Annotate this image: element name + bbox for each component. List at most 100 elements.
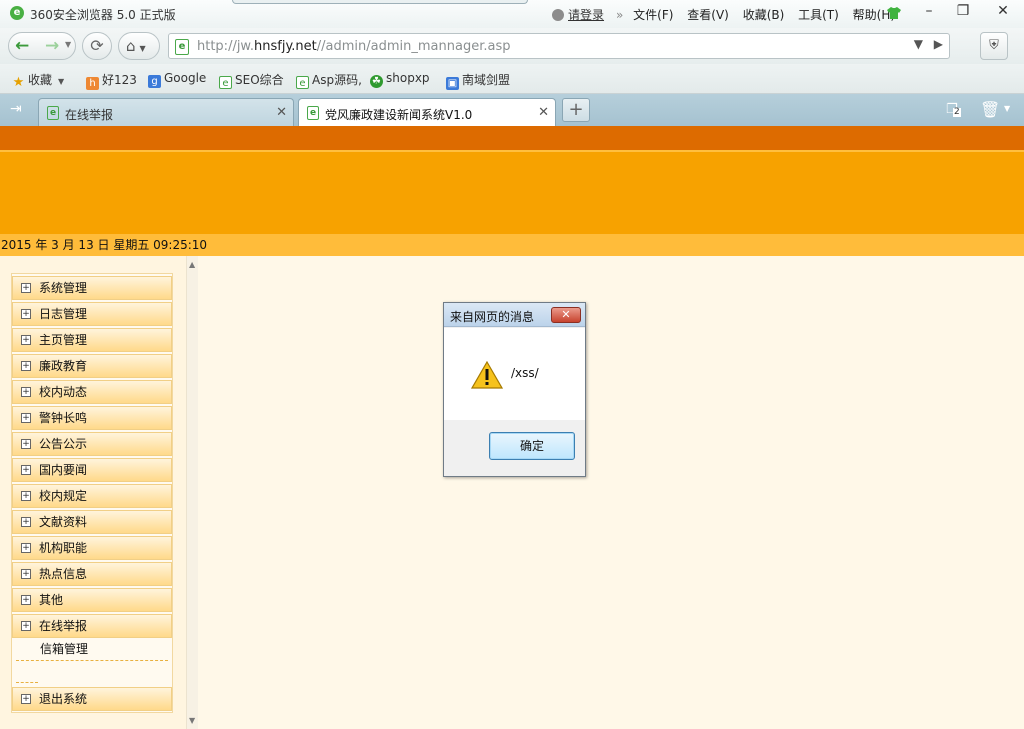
menu-organization[interactable]: + 机构职能 [12,536,172,560]
chevron-double-right-icon: » [616,8,624,22]
dialog-close-button[interactable]: ✕ [551,307,581,323]
tab-online-report[interactable]: e 在线举报 ✕ [38,98,294,126]
bookmark-hao123[interactable]: h 好123 [86,71,137,90]
dialog-title-bar: 来自网页的消息 ✕ [444,303,585,327]
header-top-band [0,126,1024,150]
expand-icon: + [21,439,31,449]
close-tab-icon[interactable]: ✕ [276,105,287,120]
home-dropdown-icon[interactable]: ▼ [140,44,146,53]
page-icon: e [296,76,309,89]
admin-sidebar: + 系统管理 + 日志管理 + 主页管理 + 廉政教育 + 校内动态 + 警钟长鸣 + 公告公… [0,256,198,729]
menu-announcements[interactable]: + 公告公示 [12,432,172,456]
divider [16,682,38,683]
menu-hot-info[interactable]: + 热点信息 [12,562,172,586]
forward-arrow-icon[interactable]: → [45,33,59,59]
alert-dialog: 来自网页的消息 ✕ /xss/ 确定 [443,302,586,477]
refresh-button[interactable]: ⟳ [82,32,112,60]
navigation-bar: ← → ▼ ⟳ ⌂ ▼ e http://jw.hnsfjy.net//admin… [0,28,1024,64]
menu-view[interactable]: 查看(V) [687,8,729,22]
bookmark-seo[interactable]: e SEO综合 [219,71,284,89]
tab-counter-icon[interactable]: ❐ 2 [946,102,964,118]
security-shield-icon[interactable]: ⛨ [980,32,1008,60]
expand-icon: + [21,595,31,605]
expand-icon: + [21,621,31,631]
expand-icon: + [21,543,31,553]
site-icon: ▣ [446,77,459,90]
header-banner [0,150,1024,234]
page-icon: e [47,106,59,120]
back-forward-group: ← → ▼ [8,32,76,60]
menu-warning[interactable]: + 警钟长鸣 [12,406,172,430]
bookmark-asp[interactable]: e Asp源码, [296,71,362,89]
restore-button[interactable]: ❐ [946,0,980,22]
submenu-mailbox-management[interactable]: 信箱管理 [40,640,88,657]
shopxp-icon: ☘ [370,75,383,88]
scroll-down-icon[interactable]: ▼ [189,716,195,725]
google-icon: g [148,75,161,88]
menu-integrity-education[interactable]: + 廉政教育 [12,354,172,378]
close-window-button[interactable]: ✕ [986,0,1020,22]
expand-icon: + [21,694,31,704]
browser-logo-icon: e [10,6,24,20]
menu-log-management[interactable]: + 日志管理 [12,302,172,326]
menu-online-report[interactable]: + 在线举报 [12,614,172,638]
dialog-message: /xss/ [511,366,539,380]
close-tab-icon[interactable]: ✕ [538,105,549,120]
address-text[interactable]: http://jw.hnsfjy.net//admin/admin_mannag… [197,39,510,54]
bookmark-shopxp[interactable]: ☘ shopxp [370,71,430,88]
title-bar: e 360安全浏览器 5.0 正式版 请登录 » 文件(F) 查看(V) 收藏(… [0,0,1024,28]
page-icon: e [219,76,232,89]
menu-system-management[interactable]: + 系统管理 [12,276,172,300]
menu-campus-news[interactable]: + 校内动态 [12,380,172,404]
menu-favorites[interactable]: 收藏(B) [743,8,785,22]
expand-icon: + [21,283,31,293]
page-icon: e [307,106,319,120]
skin-shirt-icon[interactable] [886,6,902,20]
bookmark-nanyu[interactable]: ▣ 南域剑盟 [446,71,510,90]
expand-icon: + [21,309,31,319]
expand-icon: + [21,335,31,345]
address-bar[interactable]: e http://jw.hnsfjy.net//admin/admin_mann… [168,33,950,59]
go-arrow-icon[interactable]: ▶ [934,37,943,51]
window-title: 360安全浏览器 5.0 正式版 [30,8,176,22]
tab-news-system[interactable]: e 党风廉政建设新闻系统V1.0 ✕ [298,98,556,126]
login-link[interactable]: 请登录 [552,6,604,23]
sidebar-toggle-icon[interactable]: ⇥ [10,101,22,117]
user-icon [552,9,564,21]
trash-icon[interactable]: 🗑 [980,100,1000,119]
menu-other[interactable]: + 其他 [12,588,172,612]
menu-documents[interactable]: + 文献资料 [12,510,172,534]
bookmark-google[interactable]: g Google [148,71,206,88]
expand-icon: + [21,465,31,475]
tab-bar: ⇥ e 在线举报 ✕ e 党风廉政建设新闻系统V1.0 ✕ + ❐ 2 🗑 ▼ [0,94,1024,126]
expand-icon: + [21,387,31,397]
star-icon: ★ [12,75,25,90]
menu-campus-rules[interactable]: + 校内规定 [12,484,172,508]
ok-button[interactable]: 确定 [489,432,575,460]
history-dropdown-icon[interactable]: ▼ [65,40,71,49]
chevron-down-icon[interactable]: ▼ [1004,104,1010,113]
hao123-icon: h [86,77,99,90]
home-button[interactable]: ⌂ ▼ [118,32,160,60]
menu-tools[interactable]: 工具(T) [798,8,839,22]
expand-icon: + [21,517,31,527]
expand-icon: + [21,491,31,501]
title-decoration [232,0,528,4]
new-tab-button[interactable]: + [562,98,590,122]
menu-bar: » 文件(F) 查看(V) 收藏(B) 工具(T) 帮助(H) [616,6,905,23]
bookmarks-bar: ★ 收藏 ▼ h 好123 g Google e SEO综合 e Asp源码, ☘ shopx… [0,64,1024,94]
menu-homepage-management[interactable]: + 主页管理 [12,328,172,352]
back-arrow-icon[interactable]: ← [15,33,29,59]
menu-logout[interactable]: + 退出系统 [12,687,172,711]
menu-domestic-news[interactable]: + 国内要闻 [12,458,172,482]
chevron-down-icon: ▼ [58,77,65,86]
expand-icon: + [21,413,31,423]
minimize-button[interactable]: – [912,0,946,22]
scroll-up-icon[interactable]: ▲ [189,260,195,269]
favorites-menu[interactable]: ★ 收藏 ▼ [12,71,65,90]
url-dropdown-icon[interactable]: ▼ [914,37,923,51]
menu-file[interactable]: 文件(F) [633,8,673,22]
divider [16,660,168,661]
sidebar-scrollbar[interactable]: ▲ ▼ [186,256,198,729]
date-bar: 2015 年 3 月 13 日 星期五 09:25:10 [0,234,1024,256]
